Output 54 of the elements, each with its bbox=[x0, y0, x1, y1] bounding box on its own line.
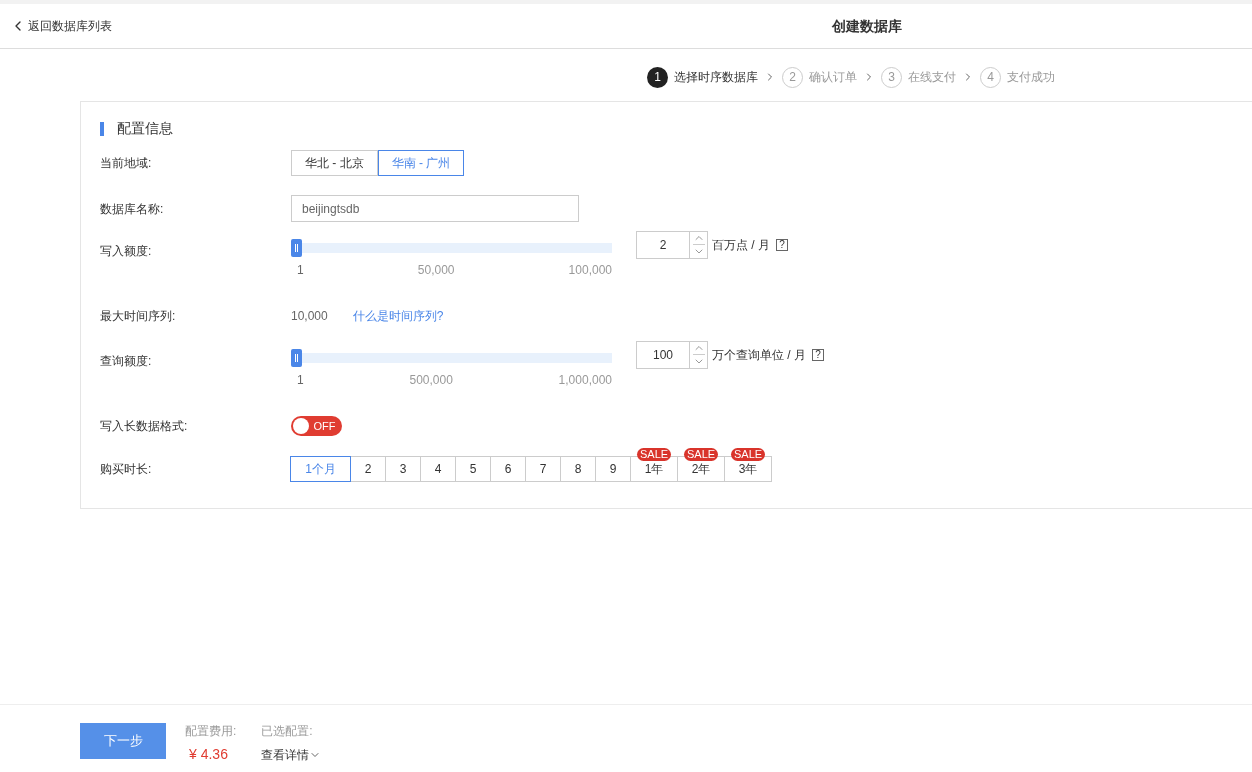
field-label: 查询额度: bbox=[100, 353, 153, 370]
duration-option[interactable]: 8 bbox=[560, 456, 596, 482]
slider-tick-label: 50,000 bbox=[417, 262, 455, 279]
duration-option[interactable]: 9 bbox=[595, 456, 631, 482]
number-value: 100 bbox=[652, 347, 674, 364]
duration-option[interactable]: 5 bbox=[455, 456, 491, 482]
duration-option[interactable]: 7 bbox=[525, 456, 561, 482]
field-label: 写入额度: bbox=[100, 243, 153, 260]
duration-option[interactable]: 1个月 bbox=[290, 456, 351, 482]
step-number: 1 bbox=[647, 66, 668, 88]
section-title: 配置信息 bbox=[117, 119, 173, 138]
field-label: 最大时间序列: bbox=[100, 308, 177, 325]
step-label: 支付成功 bbox=[1007, 69, 1055, 86]
sale-badge: SALE bbox=[731, 448, 766, 461]
step-label: 在线支付 bbox=[908, 69, 956, 86]
step-label: 确认订单 bbox=[809, 69, 857, 86]
number-stepper[interactable]: 2 bbox=[636, 231, 708, 259]
slider-tick-label: 500,000 bbox=[409, 372, 453, 389]
step-label: 选择时序数据库 bbox=[674, 69, 758, 86]
toggle-switch[interactable]: OFF bbox=[291, 416, 342, 436]
region-option[interactable]: 华南 - 广州 bbox=[377, 150, 465, 176]
config-label: 已选配置: bbox=[261, 723, 314, 740]
page-title: 创建数据库 bbox=[832, 16, 902, 36]
field-label: 写入长数据格式: bbox=[100, 418, 189, 435]
unit-label: 百万点 / 月 bbox=[712, 237, 770, 254]
slider-tick-label: 1 bbox=[296, 372, 304, 389]
field-label: 数据库名称: bbox=[100, 200, 165, 218]
unit-label: 万个查询单位 / 月 bbox=[712, 347, 806, 364]
slider-thumb[interactable] bbox=[291, 349, 302, 367]
cost-value: ¥ 4.36 bbox=[189, 745, 229, 764]
section-marker bbox=[100, 121, 104, 136]
back-link[interactable]: 返回数据库列表 bbox=[10, 17, 112, 35]
help-icon[interactable]: ? bbox=[776, 239, 788, 251]
duration-option[interactable]: 4 bbox=[420, 456, 456, 482]
slider-tick-label: 100,000 bbox=[568, 262, 612, 279]
details-link[interactable]: 查看详情 bbox=[261, 746, 322, 764]
help-icon[interactable]: ? bbox=[812, 349, 824, 361]
slider-tick-label: 1 bbox=[296, 262, 304, 279]
sale-badge: SALE bbox=[684, 448, 719, 461]
max-series-value: 10,000 bbox=[291, 308, 328, 325]
field-label: 购买时长: bbox=[100, 461, 153, 478]
field-label: 当前地域: bbox=[100, 155, 153, 172]
duration-option[interactable]: 3 bbox=[385, 456, 421, 482]
slider-tick-label: 1,000,000 bbox=[558, 372, 612, 389]
duration-option[interactable]: 2 bbox=[350, 456, 386, 482]
region-option[interactable]: 华北 - 北京 bbox=[291, 150, 378, 176]
slider-thumb[interactable] bbox=[291, 239, 302, 257]
name-input[interactable]: beijingtsdb bbox=[291, 195, 579, 222]
cost-label: 配置费用: bbox=[185, 723, 237, 740]
sale-badge: SALE bbox=[637, 448, 672, 461]
help-link[interactable]: 什么是时间序列? bbox=[352, 307, 444, 325]
number-stepper[interactable]: 100 bbox=[636, 341, 708, 369]
duration-option[interactable]: 6 bbox=[490, 456, 526, 482]
number-value: 2 bbox=[658, 237, 668, 254]
